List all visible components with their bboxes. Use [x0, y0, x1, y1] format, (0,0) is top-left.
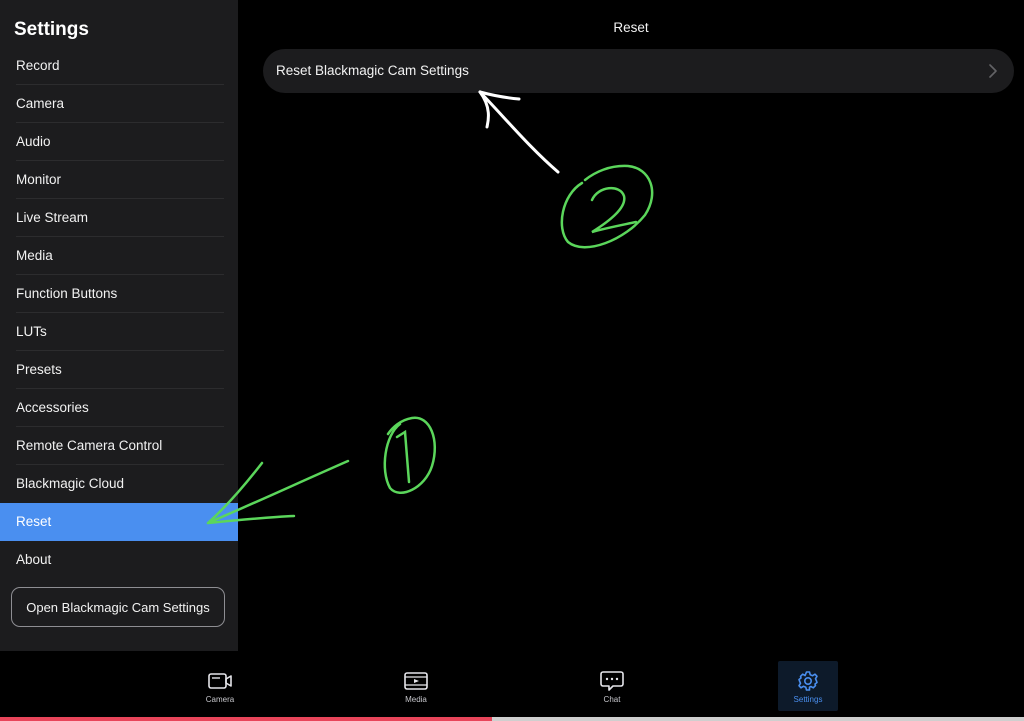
annotation-circle-1	[383, 416, 437, 494]
tab-settings[interactable]: Settings	[778, 661, 838, 711]
sidebar-list: Record Camera Audio Monitor Live Stream …	[0, 47, 238, 579]
sidebar-item-camera[interactable]: Camera	[0, 85, 238, 123]
sidebar-item-live-stream[interactable]: Live Stream	[0, 199, 238, 237]
sidebar-title: Settings	[14, 19, 89, 40]
tab-label: Settings	[793, 695, 823, 704]
tab-label: Media	[405, 695, 427, 704]
sidebar-item-label: Live Stream	[16, 210, 89, 225]
sidebar-item-blackmagic-cloud[interactable]: Blackmagic Cloud	[0, 465, 238, 503]
tab-media[interactable]: Media	[386, 661, 446, 711]
reset-blackmagic-cam-settings-row[interactable]: Reset Blackmagic Cam Settings	[263, 49, 1014, 93]
chevron-right-icon	[989, 64, 997, 78]
sidebar-item-reset[interactable]: Reset	[0, 503, 238, 541]
sidebar-item-media[interactable]: Media	[0, 237, 238, 275]
sidebar-item-label: Media	[16, 248, 53, 263]
sidebar-item-audio[interactable]: Audio	[0, 123, 238, 161]
video-camera-icon	[208, 673, 232, 689]
annotation-circle-2	[560, 164, 654, 249]
tab-chat[interactable]: Chat	[582, 661, 642, 711]
bottom-tab-bar: Camera Media Chat Settings	[0, 651, 1024, 717]
tab-label: Camera	[205, 695, 235, 704]
progress-fill	[0, 717, 492, 721]
open-blackmagic-cam-settings-button[interactable]: Open Blackmagic Cam Settings	[11, 587, 225, 627]
page-title: Reset	[613, 20, 649, 35]
settings-sidebar: Settings Record Camera Audio Monitor Liv…	[0, 0, 238, 651]
sidebar-item-presets[interactable]: Presets	[0, 351, 238, 389]
annotation-arrow-white	[478, 90, 560, 174]
sidebar-item-label: Accessories	[16, 400, 89, 415]
sidebar-item-about[interactable]: About	[0, 541, 238, 579]
sidebar-item-label: Monitor	[16, 172, 62, 187]
sidebar-item-label: Audio	[16, 134, 51, 149]
sidebar-item-accessories[interactable]: Accessories	[0, 389, 238, 427]
sidebar-item-remote-camera-control[interactable]: Remote Camera Control	[0, 427, 238, 465]
sidebar-item-label: Camera	[16, 96, 65, 111]
progress-bar	[0, 717, 1024, 721]
row-label: Reset Blackmagic Cam Settings	[276, 63, 469, 78]
sidebar-item-label: Function Buttons	[16, 286, 118, 301]
sidebar-item-label: About	[16, 552, 52, 567]
sidebar-item-label: Remote Camera Control	[16, 438, 163, 453]
sidebar-item-label: Blackmagic Cloud	[16, 476, 125, 491]
sidebar-item-label: Presets	[16, 362, 62, 377]
tab-label: Chat	[603, 695, 621, 704]
film-icon	[404, 672, 428, 690]
tab-camera[interactable]: Camera	[190, 661, 250, 711]
sidebar-item-label: LUTs	[16, 324, 47, 339]
sidebar-item-label: Reset	[16, 514, 52, 529]
sidebar-item-label: Record	[16, 58, 60, 73]
gear-icon	[798, 671, 818, 691]
sidebar-item-luts[interactable]: LUTs	[0, 313, 238, 351]
chat-bubble-icon	[600, 671, 624, 691]
sidebar-item-function-buttons[interactable]: Function Buttons	[0, 275, 238, 313]
sidebar-item-monitor[interactable]: Monitor	[0, 161, 238, 199]
sidebar-item-record[interactable]: Record	[0, 47, 238, 85]
